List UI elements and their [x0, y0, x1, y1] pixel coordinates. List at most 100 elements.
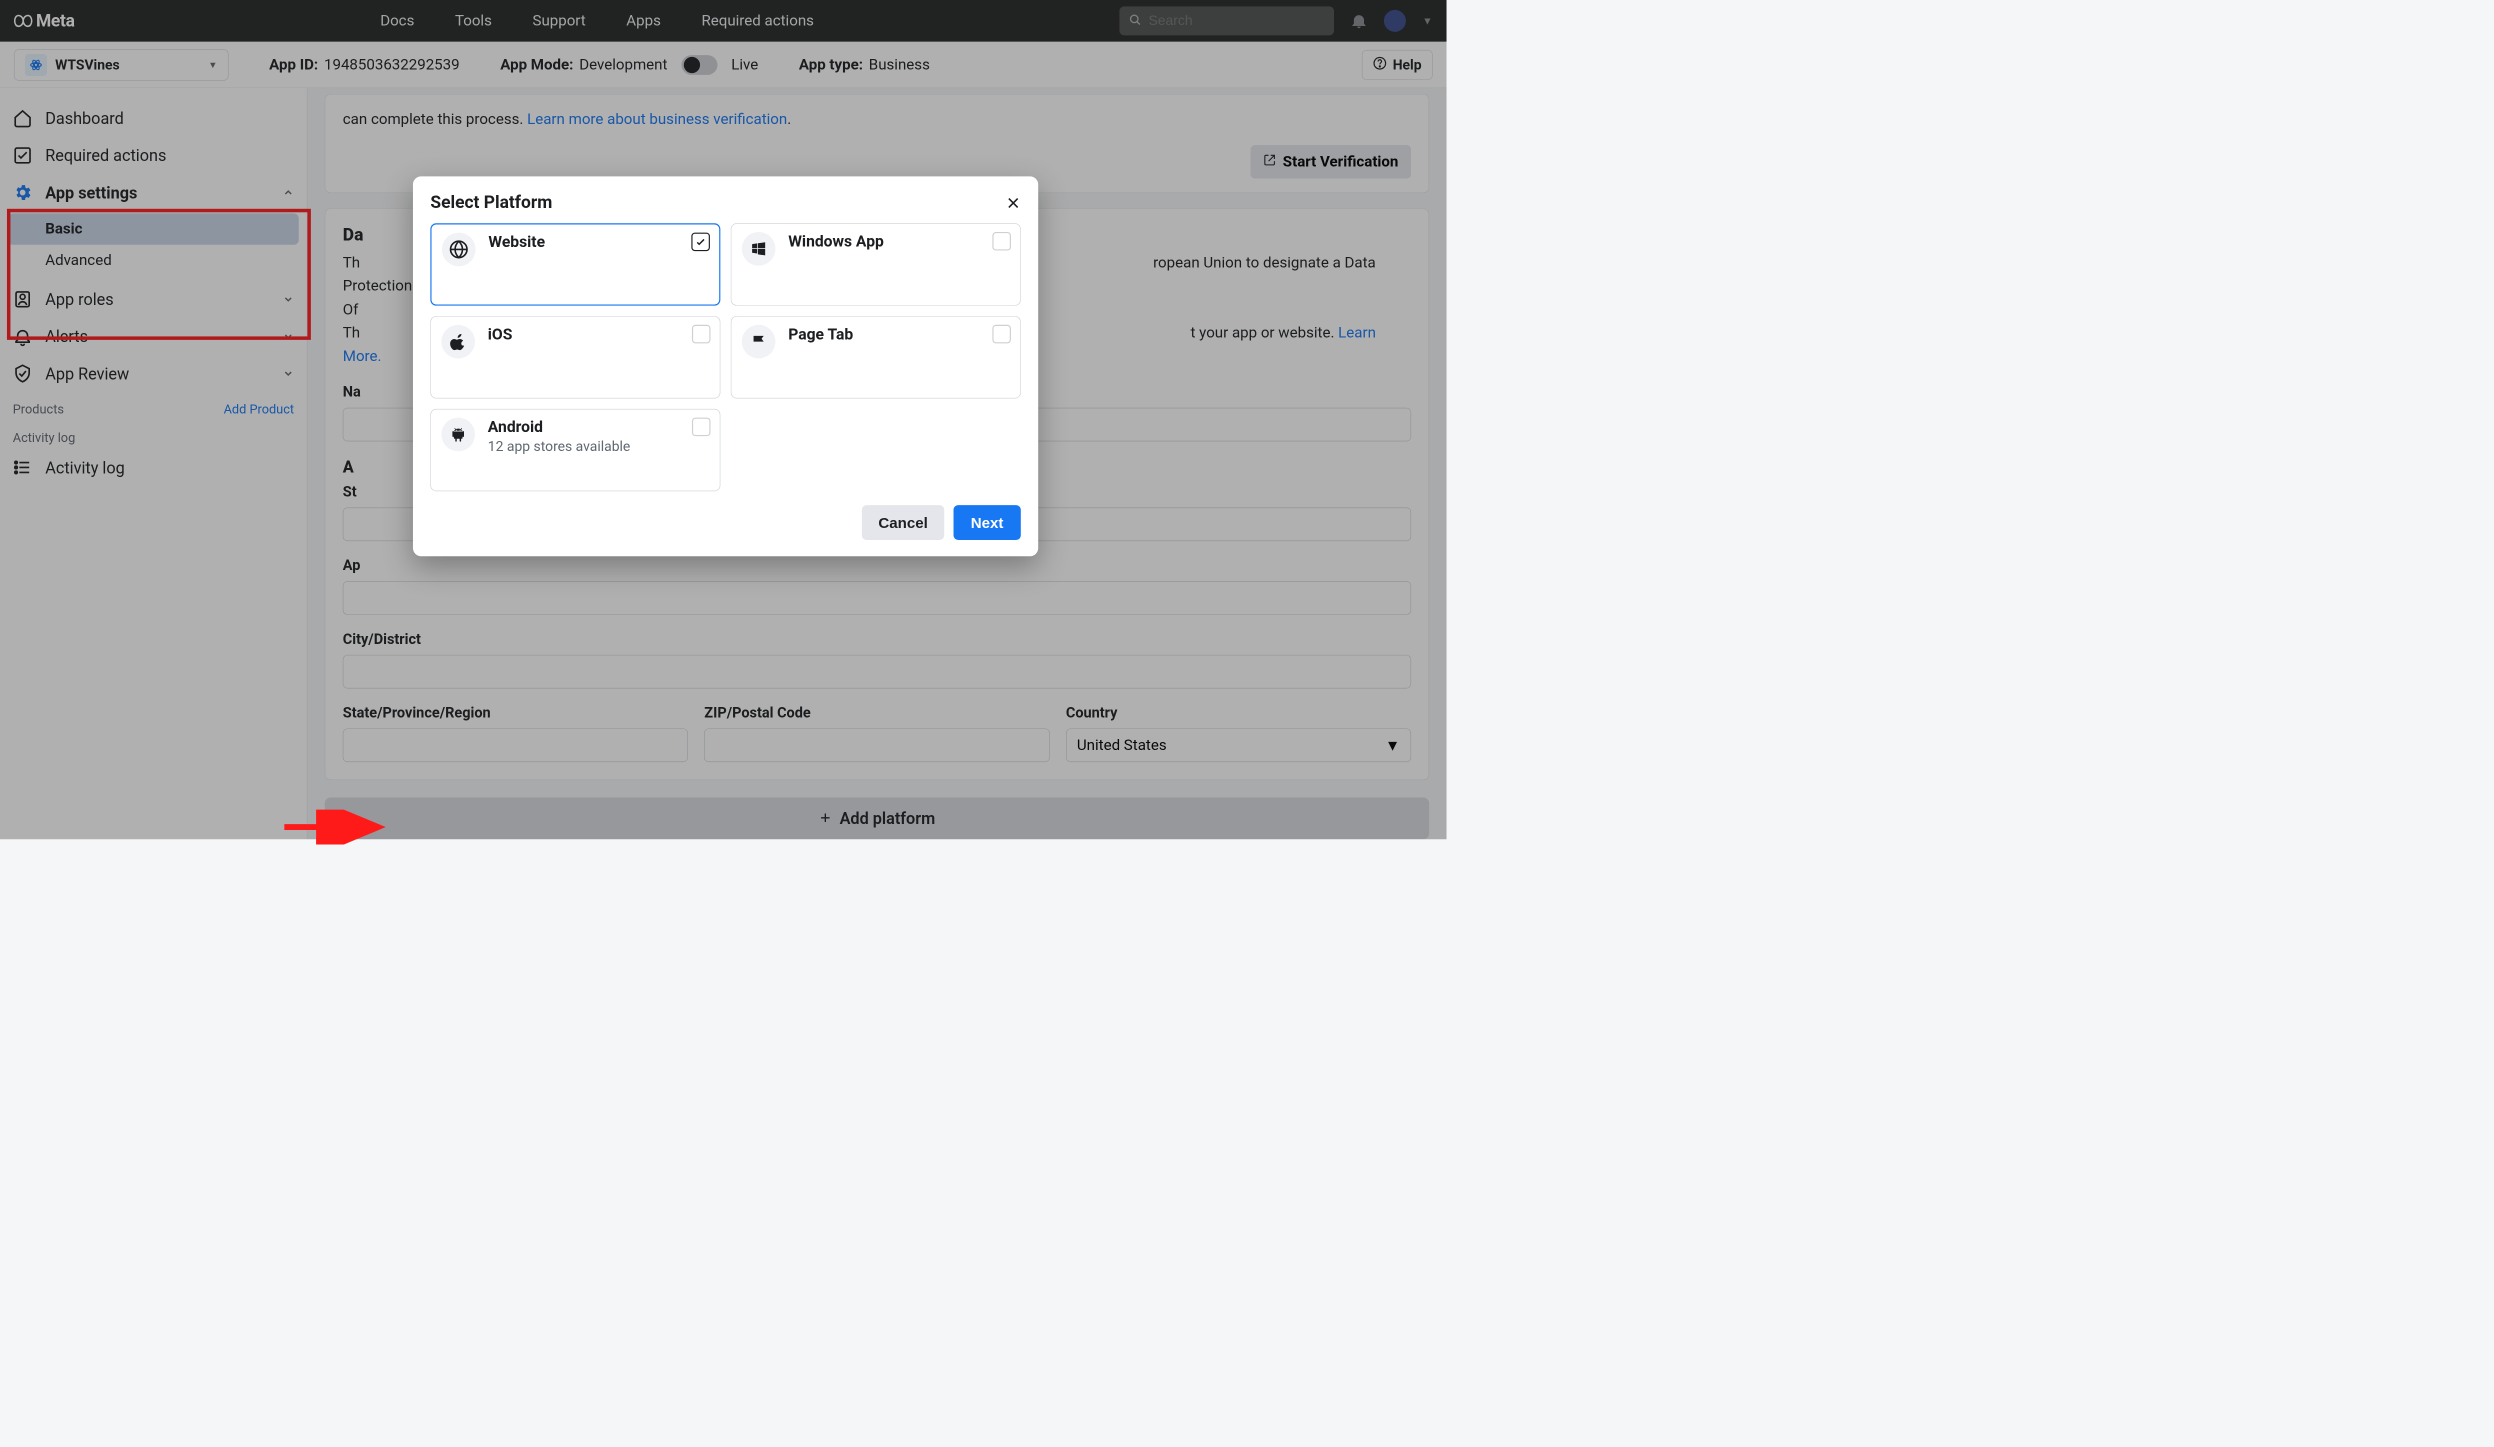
- android-icon: [441, 418, 475, 452]
- globe-icon: [442, 233, 476, 267]
- sidebar-item-label: Required actions: [45, 146, 166, 165]
- app-id-label: App ID:: [269, 56, 318, 73]
- sidebar-subitem-advanced[interactable]: Advanced: [0, 245, 307, 276]
- meta-logo[interactable]: Meta: [14, 11, 75, 31]
- sidebar-item-app-settings[interactable]: App settings: [0, 174, 307, 211]
- list-icon: [13, 458, 33, 478]
- topnav-link-tools[interactable]: Tools: [455, 12, 492, 29]
- user-avatar[interactable]: [1384, 10, 1406, 32]
- app-mode-value: Development: [579, 56, 667, 73]
- sidebar-item-dashboard[interactable]: Dashboard: [0, 100, 307, 137]
- sidebar-item-label: Alerts: [45, 327, 88, 346]
- zip-input[interactable]: [704, 729, 1049, 763]
- sidebar-item-label: App Review: [45, 364, 129, 383]
- sidebar-item-required-actions[interactable]: Required actions: [0, 137, 307, 174]
- topnav-links: Docs Tools Support Apps Required actions: [75, 12, 1120, 29]
- cancel-button[interactable]: Cancel: [862, 505, 944, 540]
- topnav-link-required[interactable]: Required actions: [701, 12, 813, 29]
- select-platform-modal: Select Platform Website Windows App: [413, 176, 1038, 556]
- apple-icon: [441, 325, 475, 359]
- meta-logo-text: Meta: [36, 11, 75, 31]
- platform-label: Page Tab: [788, 325, 1010, 344]
- platform-tile-windows[interactable]: Windows App: [731, 223, 1021, 305]
- city-input[interactable]: [343, 655, 1411, 689]
- help-button[interactable]: Help: [1362, 50, 1433, 80]
- topnav-link-docs[interactable]: Docs: [380, 12, 414, 29]
- chevron-down-icon: [282, 327, 294, 346]
- learn-more-verification-link[interactable]: Learn more about business verification: [527, 111, 787, 128]
- state-input[interactable]: [343, 729, 688, 763]
- chevron-down-icon: [282, 290, 294, 309]
- topnav: Meta Docs Tools Support Apps Required ac…: [0, 0, 1447, 42]
- verification-text: can complete this process. Learn more ab…: [343, 108, 1411, 131]
- mode-toggle[interactable]: [681, 55, 717, 75]
- help-label: Help: [1393, 57, 1422, 73]
- start-verification-label: Start Verification: [1283, 153, 1399, 170]
- checkbox-icon: [992, 325, 1011, 344]
- sidebar-item-label: App settings: [45, 183, 137, 202]
- home-icon: [13, 108, 33, 128]
- add-platform-label: Add platform: [840, 809, 936, 828]
- sidebar-item-activity-log[interactable]: Activity log: [0, 449, 307, 486]
- check-icon: [691, 233, 710, 252]
- sidebar-subitem-label: Basic: [45, 220, 82, 237]
- app-type-label: App type:: [799, 56, 863, 73]
- badge-icon: [13, 289, 33, 309]
- search-icon: [1129, 13, 1142, 28]
- add-product-link[interactable]: Add Product: [224, 403, 294, 418]
- next-button[interactable]: Next: [953, 505, 1020, 540]
- topnav-right: ▼: [1119, 6, 1432, 35]
- chevron-down-icon: ▼: [1385, 737, 1400, 755]
- app-mode-label: App Mode:: [500, 56, 573, 73]
- sidebar-item-label: Activity log: [45, 458, 125, 477]
- country-select[interactable]: United States ▼: [1066, 729, 1411, 763]
- checkbox-icon: [692, 325, 711, 344]
- help-icon: [1373, 56, 1387, 73]
- sidebar-sublist-settings: Basic Advanced: [0, 211, 307, 281]
- topnav-link-apps[interactable]: Apps: [626, 12, 661, 29]
- add-platform-button[interactable]: Add platform: [325, 798, 1429, 839]
- app-picker[interactable]: WTSVines ▼: [14, 49, 229, 80]
- close-icon[interactable]: [1006, 195, 1021, 210]
- country-value: United States: [1077, 737, 1167, 754]
- sidebar-activity-heading: Activity log: [0, 421, 307, 449]
- windows-icon: [742, 232, 776, 266]
- chevron-down-icon: ▼: [208, 59, 217, 71]
- platform-tile-ios[interactable]: iOS: [430, 316, 720, 398]
- sidebar-item-alerts[interactable]: Alerts: [0, 318, 307, 355]
- app-id: App ID: 1948503632292539: [269, 56, 459, 73]
- checkbox-icon: [992, 232, 1011, 251]
- checkbox-icon: [692, 418, 711, 437]
- platform-grid: Website Windows App iOS Page Ta: [430, 223, 1020, 491]
- external-icon: [1263, 153, 1276, 170]
- start-verification-button[interactable]: Start Verification: [1250, 145, 1411, 179]
- sidebar-item-app-review[interactable]: App Review: [0, 355, 307, 392]
- platform-label: Android: [488, 418, 710, 437]
- platform-label: Website: [488, 233, 708, 252]
- sidebar-subitem-label: Advanced: [45, 252, 111, 269]
- checklist-icon: [13, 146, 33, 166]
- platform-subtext: 12 app stores available: [488, 438, 710, 454]
- chevron-up-icon: [282, 183, 294, 202]
- label-apt: Ap: [343, 558, 1411, 575]
- search-box[interactable]: [1119, 6, 1334, 35]
- label-zip: ZIP/Postal Code: [704, 705, 1049, 722]
- modal-title: Select Platform: [430, 193, 552, 213]
- app-type: App type: Business: [799, 56, 930, 73]
- platform-tile-android[interactable]: Android 12 app stores available: [430, 409, 720, 491]
- sidebar-products-row: Products Add Product: [0, 392, 307, 420]
- search-input[interactable]: [1148, 13, 1324, 29]
- platform-tile-website[interactable]: Website: [430, 223, 720, 305]
- sidebar-item-app-roles[interactable]: App roles: [0, 281, 307, 318]
- bell-icon: [13, 327, 33, 347]
- meta-infinity-icon: [14, 12, 33, 31]
- apt-input[interactable]: [343, 581, 1411, 615]
- plus-icon: [819, 809, 832, 828]
- platform-tile-pagetab[interactable]: Page Tab: [731, 316, 1021, 398]
- label-country: Country: [1066, 705, 1411, 722]
- chevron-down-icon[interactable]: ▼: [1422, 15, 1432, 27]
- sidebar-subitem-basic[interactable]: Basic: [8, 213, 299, 244]
- gear-icon: [13, 183, 33, 203]
- notifications-icon[interactable]: [1350, 12, 1367, 29]
- topnav-link-support[interactable]: Support: [532, 12, 585, 29]
